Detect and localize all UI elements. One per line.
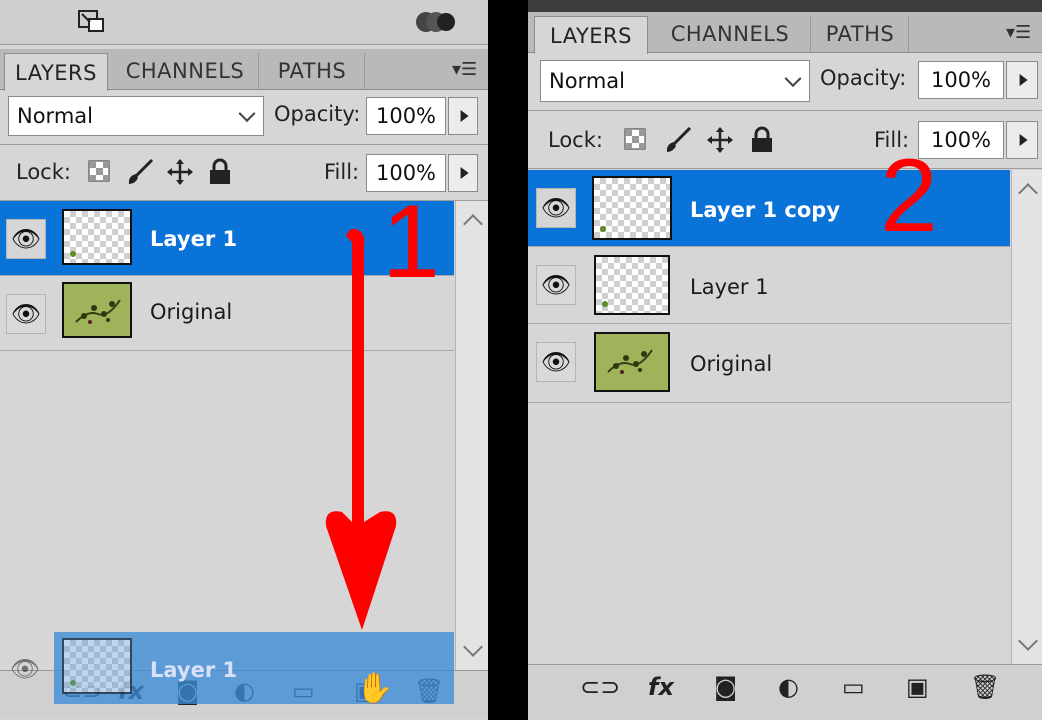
scroll-down-icon[interactable] [1017,631,1038,651]
scroll-down-icon[interactable] [462,637,483,657]
folder-icon[interactable]: ▭ [842,675,865,699]
dragged-layer-ghost: 👁 Layer 1 [10,632,454,704]
mask-icon[interactable]: ◙ [714,675,737,699]
padlock-icon[interactable] [750,126,774,159]
app-header-strip [0,0,488,45]
panel-menu-icon[interactable]: ▾☰ [452,59,477,80]
checker-icon[interactable] [88,160,110,187]
tab-bar: LAYERS CHANNELS PATHS ▾☰ [0,49,488,91]
layers-scrollbar[interactable] [1011,170,1042,664]
tab-channels[interactable]: CHANNELS [650,16,811,52]
top-strip [528,0,1042,12]
layer-row-layer-1[interactable]: 👁 Layer 1 [528,247,1010,324]
opacity-field[interactable]: 100% [366,97,446,135]
tab-paths[interactable]: PATHS [812,16,909,52]
tab-paths[interactable]: PATHS [260,53,365,89]
eye-icon[interactable]: 👁 [6,219,46,259]
tab-bar: LAYERS CHANNELS PATHS ▾☰ [528,12,1042,54]
tab-layers[interactable]: LAYERS [4,53,108,91]
layer-thumbnail [62,209,132,265]
eye-icon[interactable]: 👁 [536,188,576,228]
right-layers-panel: LAYERS CHANNELS PATHS ▾☰ Normal Opacity:… [528,0,1042,720]
link-icon[interactable]: ⊂⊃ [580,675,620,699]
checker-icon[interactable] [624,128,646,155]
opacity-field[interactable]: 100% [918,61,1004,99]
layers-footer: ⊂⊃ fx ◙ ◐ ▭ ▣ 🗑 [528,664,1042,720]
divider [0,144,488,145]
opacity-label: Opacity: [820,66,907,90]
layer-thumbnail [62,638,132,694]
layer-thumbnail [62,282,132,338]
layer-name: Layer 1 copy [690,198,841,222]
brush-icon[interactable] [664,126,692,159]
tab-channels[interactable]: CHANNELS [112,53,259,89]
eye-icon[interactable]: 👁 [536,342,576,382]
fill-slider-button[interactable] [1006,121,1038,159]
scroll-up-icon[interactable] [462,214,483,234]
eye-icon[interactable]: 👁 [6,294,46,334]
move-icon[interactable] [706,126,734,159]
eye-icon: 👁 [9,655,41,683]
eye-icon[interactable]: 👁 [536,265,576,305]
screen-mode-icon[interactable] [76,8,106,34]
drag-cursor-hand-icon: ✋ [356,671,394,706]
chevron-down-icon [784,70,802,88]
blend-mode-value: Normal [17,104,93,128]
step-number-annotation: 2 [880,138,938,254]
arrange-icon[interactable] [414,8,458,36]
blend-mode-value: Normal [549,69,625,93]
layer-name: Layer 1 [150,658,238,682]
layers-scrollbar[interactable] [455,201,488,670]
step-number-annotation: 1 [382,184,440,300]
layer-name: Original [690,352,773,376]
blend-mode-select[interactable]: Normal [8,96,264,136]
divider [528,110,1042,111]
layer-thumbnail [594,255,670,315]
blend-mode-select[interactable]: Normal [540,60,810,102]
opacity-slider-button[interactable] [448,97,478,135]
layer-row-original[interactable]: 👁 Original [528,324,1010,403]
layer-thumbnail [592,176,672,240]
fill-slider-button[interactable] [448,154,478,192]
lock-label: Lock: [16,160,71,184]
fill-label: Fill: [324,160,360,184]
layer-name: Original [150,300,233,324]
divider [528,168,1042,169]
brush-icon[interactable] [126,158,154,191]
layer-name: Layer 1 [150,227,238,251]
trash-icon[interactable]: 🗑 [970,675,1000,699]
layer-name: Layer 1 [690,275,769,299]
fx-icon[interactable]: fx [648,675,674,699]
left-layers-panel: LAYERS CHANNELS PATHS ▾☰ Normal Opacity:… [0,0,488,720]
new-layer-icon[interactable]: ▣ [906,675,929,699]
adjustment-icon[interactable]: ◐ [778,675,799,699]
chevron-down-icon [238,105,256,123]
move-icon[interactable] [166,158,194,191]
panel-menu-icon[interactable]: ▾☰ [1006,22,1031,43]
opacity-slider-button[interactable] [1006,61,1038,99]
padlock-icon[interactable] [208,158,232,191]
opacity-label: Opacity: [274,102,361,126]
lock-label: Lock: [548,128,603,152]
scroll-up-icon[interactable] [1017,183,1038,203]
tab-layers[interactable]: LAYERS [534,16,648,54]
layer-thumbnail [594,332,670,392]
